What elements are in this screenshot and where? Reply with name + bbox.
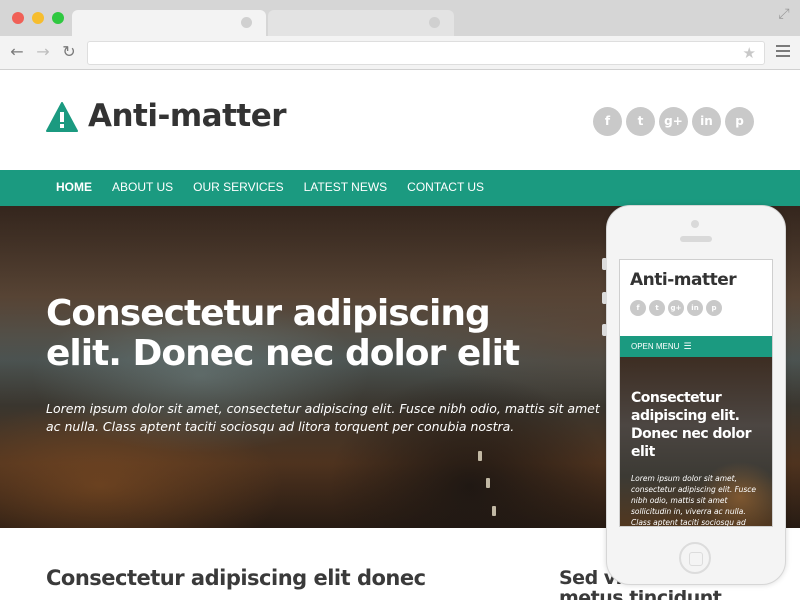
mobile-menu-label: OPEN MENU <box>631 342 680 351</box>
twitter-icon[interactable]: t <box>626 107 655 136</box>
pinterest-icon[interactable]: p <box>725 107 754 136</box>
linkedin-icon[interactable]: in <box>692 107 721 136</box>
road-marking <box>486 478 490 488</box>
road-marking <box>492 506 496 516</box>
browser-chrome: ⤢ ← → ↻ ★ <box>0 0 800 70</box>
google-plus-icon[interactable]: g+ <box>659 107 688 136</box>
phone-mockup: Anti-matter f t g+ in p OPEN MENU ☰ Conse… <box>606 205 786 585</box>
main-nav: HOME ABOUT US OUR SERVICES LATEST NEWS C… <box>0 170 800 206</box>
facebook-icon[interactable]: f <box>630 300 646 316</box>
maximize-window-button[interactable] <box>52 12 64 24</box>
mobile-hero-subtitle: Lorem ipsum dolor sit amet, consectetur … <box>631 474 757 527</box>
arrow-left-icon[interactable]: ← <box>7 42 27 62</box>
site-logo[interactable]: Anti-matter <box>88 98 287 134</box>
address-bar[interactable]: ★ <box>87 41 765 65</box>
nav-item-latest-news[interactable]: LATEST NEWS <box>294 170 398 206</box>
hamburger-menu-icon: ☰ <box>683 342 692 352</box>
arrow-right-icon[interactable]: → <box>33 42 53 62</box>
phone-volume-button <box>602 292 607 304</box>
mobile-social-links: f t g+ in p <box>630 300 722 316</box>
url-input[interactable] <box>96 42 736 64</box>
browser-toolbar: ← → ↻ ★ <box>0 36 800 70</box>
hero-subtitle: Lorem ipsum dolor sit amet, consectetur … <box>46 401 600 434</box>
mobile-hero-title: Consectetur adipiscing elit. Donec nec d… <box>631 390 751 460</box>
nav-item-home[interactable]: HOME <box>46 170 102 206</box>
mobile-hero-banner: Consectetur adipiscing elit. Donec nec d… <box>620 357 772 527</box>
phone-mute-switch <box>602 324 607 336</box>
nav-item-about-us[interactable]: ABOUT US <box>102 170 183 206</box>
warning-triangle-icon <box>46 102 78 132</box>
title-bar: ⤢ <box>0 0 800 36</box>
hamburger-menu-icon[interactable] <box>776 45 790 59</box>
phone-camera <box>691 220 699 228</box>
road-marking <box>478 451 482 461</box>
phone-volume-button <box>602 258 607 270</box>
google-plus-icon[interactable]: g+ <box>668 300 684 316</box>
reload-icon[interactable]: ↻ <box>59 42 79 62</box>
phone-home-button <box>679 542 711 574</box>
nav-item-our-services[interactable]: OUR SERVICES <box>183 170 293 206</box>
content-heading: Consectetur adipiscing elit donec <box>46 566 426 590</box>
pinterest-icon[interactable]: p <box>706 300 722 316</box>
site-header: Anti-matter f t g+ in p <box>0 70 800 170</box>
nav-item-contact-us[interactable]: CONTACT US <box>397 170 494 206</box>
close-window-button[interactable] <box>12 12 24 24</box>
twitter-icon[interactable]: t <box>649 300 665 316</box>
browser-tab-new[interactable] <box>268 10 454 36</box>
mobile-site-logo[interactable]: Anti-matter <box>630 270 737 290</box>
facebook-icon[interactable]: f <box>593 107 622 136</box>
mobile-open-menu-button[interactable]: OPEN MENU ☰ <box>620 336 772 357</box>
hero-title: Consectetur adipiscing elit. Donec nec d… <box>46 293 520 374</box>
linkedin-icon[interactable]: in <box>687 300 703 316</box>
star-icon[interactable]: ★ <box>743 44 756 62</box>
phone-speaker <box>680 236 712 242</box>
phone-screen: Anti-matter f t g+ in p OPEN MENU ☰ Conse… <box>619 259 773 527</box>
social-links: f t g+ in p <box>593 107 754 136</box>
tab-close-icon[interactable] <box>429 17 440 28</box>
tab-close-icon[interactable] <box>241 17 252 28</box>
minimize-window-button[interactable] <box>32 12 44 24</box>
browser-tab-active[interactable] <box>72 10 266 36</box>
expand-icon[interactable]: ⤢ <box>776 6 792 22</box>
